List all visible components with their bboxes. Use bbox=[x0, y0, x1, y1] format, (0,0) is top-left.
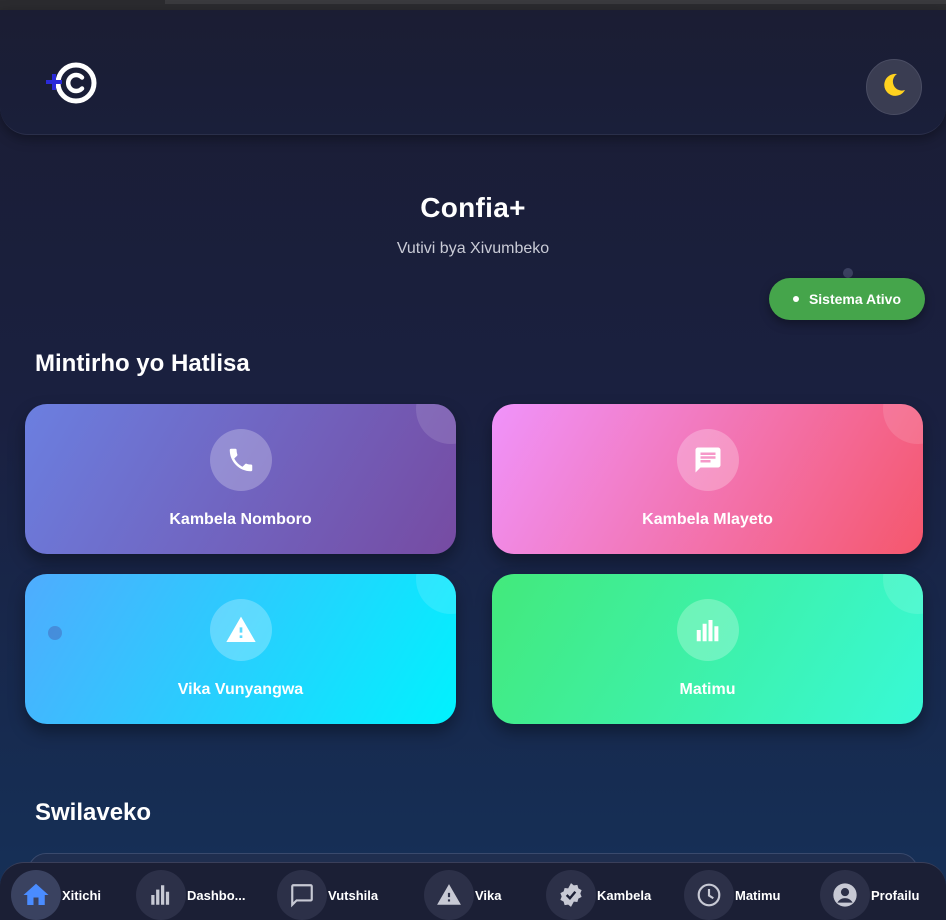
nav-item-history[interactable]: Matimu bbox=[684, 870, 781, 920]
card-decoration bbox=[883, 574, 923, 614]
card-label: Matimu bbox=[679, 681, 736, 698]
browser-tab-line bbox=[165, 0, 946, 4]
nav-label: Profailu bbox=[871, 887, 920, 903]
chart-icon bbox=[676, 599, 739, 661]
hero-section: Confia+ Vutivi bya Xivumbeko bbox=[0, 192, 946, 258]
bar-chart-icon bbox=[136, 870, 186, 920]
nav-item-verify[interactable]: Kambela bbox=[546, 870, 651, 920]
nav-label: Dashbo... bbox=[187, 887, 246, 903]
nav-label: Vika bbox=[475, 887, 502, 903]
confia-plus-logo[interactable] bbox=[44, 61, 100, 107]
card-decoration bbox=[883, 404, 923, 444]
browser-frame-strip bbox=[0, 0, 946, 10]
card-label: Vika Vunyangwa bbox=[177, 681, 304, 698]
app-title: Confia+ bbox=[420, 192, 526, 223]
nav-item-home[interactable]: Xitichi bbox=[11, 870, 101, 920]
clock-icon bbox=[684, 870, 734, 920]
status-dot-icon bbox=[792, 296, 799, 302]
nav-item-profile[interactable]: Profailu bbox=[820, 870, 919, 920]
nav-item-dashboard[interactable]: Dashbo... bbox=[136, 870, 246, 920]
quick-actions-title: Mintirho yo Hatlisa bbox=[35, 350, 250, 377]
system-status-badge: Sistema Ativo bbox=[769, 278, 925, 320]
verified-badge-icon bbox=[546, 870, 596, 920]
bottom-navigation: Xitichi Dashbo... Vutshila Vika Kambela … bbox=[0, 862, 946, 920]
chat-icon bbox=[277, 870, 327, 920]
card-decoration bbox=[416, 574, 456, 614]
phone-icon bbox=[209, 429, 272, 491]
decorative-dot bbox=[48, 626, 62, 640]
nav-item-chat[interactable]: Vutshila bbox=[277, 870, 378, 920]
theme-toggle-button[interactable] bbox=[866, 59, 922, 115]
nav-label: Xitichi bbox=[62, 887, 102, 903]
action-card-report-fraud[interactable]: Vika Vunyangwa bbox=[25, 574, 456, 724]
action-card-history[interactable]: Matimu bbox=[492, 574, 923, 724]
account-icon bbox=[820, 870, 870, 920]
settings-title: Swilaveko bbox=[35, 799, 152, 826]
top-app-bar bbox=[0, 10, 946, 135]
warning-icon bbox=[209, 599, 272, 661]
card-label: Kambela Mlayeto bbox=[642, 511, 773, 528]
action-card-check-message[interactable]: Kambela Mlayeto bbox=[492, 404, 923, 554]
message-icon bbox=[676, 429, 739, 491]
decorative-dot bbox=[843, 268, 853, 278]
status-label: Sistema Ativo bbox=[808, 291, 902, 307]
nav-label: Kambela bbox=[597, 887, 652, 903]
app-subtitle: Vutivi bya Xivumbeko bbox=[396, 240, 550, 257]
nav-label: Vutshila bbox=[328, 887, 379, 903]
card-decoration bbox=[416, 404, 456, 444]
action-card-check-number[interactable]: Kambela Nomboro bbox=[25, 404, 456, 554]
moon-icon bbox=[880, 71, 908, 104]
warning-icon bbox=[424, 870, 474, 920]
card-label: Kambela Nomboro bbox=[169, 511, 312, 528]
nav-item-report[interactable]: Vika bbox=[424, 870, 502, 920]
home-icon bbox=[11, 870, 61, 920]
nav-label: Matimu bbox=[735, 887, 781, 903]
